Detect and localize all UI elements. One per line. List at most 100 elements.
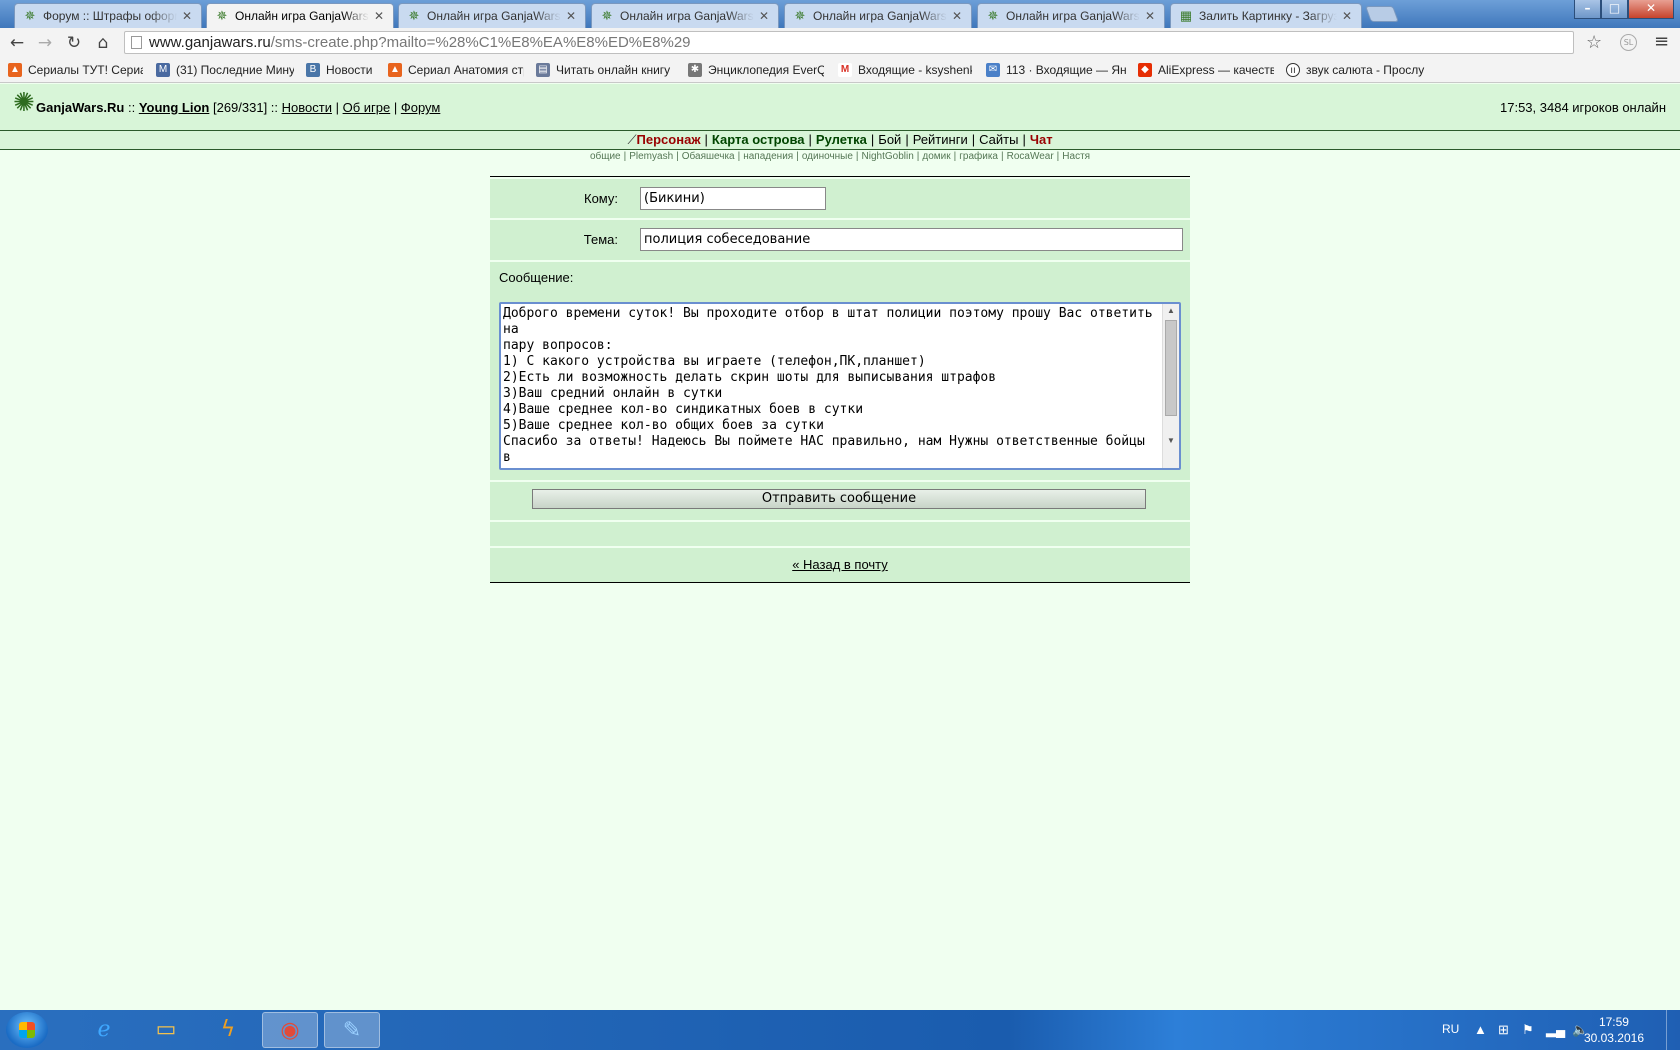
subnav-item[interactable]: одиночные xyxy=(802,151,853,162)
ganjawars-favicon-icon: ✵ xyxy=(24,8,36,23)
subnav-item[interactable]: Обаяшечка xyxy=(682,151,735,162)
chrome-taskbar-icon[interactable]: ◉ xyxy=(262,1012,318,1048)
nav-character[interactable]: Персонаж xyxy=(637,132,701,147)
language-indicator[interactable]: RU xyxy=(1442,1022,1459,1036)
tab-ganjawars[interactable]: ✵ Онлайн игра GanjaWars.R ✕ xyxy=(784,3,972,28)
network-signal-icon[interactable]: ▂▄ xyxy=(1546,1022,1565,1038)
show-desktop-button[interactable] xyxy=(1666,1010,1680,1050)
tab-ganjawars-active[interactable]: ✵ Онлайн игра GanjaWars.R ✕ xyxy=(206,3,394,28)
windows-taskbar: ℯ ▭ ϟ ◉ ✎ RU ▲ ⊞ ⚑ ▂▄ 🔈 17:59 30.03.2016 xyxy=(0,1010,1680,1050)
maximize-icon[interactable]: □ xyxy=(1601,0,1628,19)
message-label: Сообщение: xyxy=(499,270,574,285)
bookmarks-bar: ▲ Сериалы ТУТ! Сериал M (31) Последние Мин… xyxy=(0,57,1680,83)
subject-input[interactable] xyxy=(640,228,1183,251)
close-tab-icon[interactable]: ✕ xyxy=(181,9,193,23)
bookmark-item[interactable]: ▤ Читать онлайн книгу xyxy=(536,61,672,79)
book-icon: ▤ xyxy=(536,63,550,77)
gmail-icon: M xyxy=(838,63,852,77)
scroll-down-arrow-icon[interactable]: ▼ xyxy=(1163,434,1179,448)
gear-icon: ✱ xyxy=(688,63,702,77)
chrome-menu-icon[interactable]: ≡ xyxy=(1654,31,1669,52)
bookmark-item[interactable]: ▲ Сериалы ТУТ! Сериал xyxy=(8,61,143,79)
message-textarea[interactable]: Доброго времени суток! Вы проходите отбо… xyxy=(503,306,1159,466)
file-explorer-icon[interactable]: ▭ xyxy=(138,1012,194,1048)
windows-logo-icon xyxy=(19,1022,35,1038)
back-to-mail-link[interactable]: « Назад в почту xyxy=(792,557,888,572)
minimize-icon[interactable]: – xyxy=(1574,0,1601,19)
bookmark-star-icon[interactable]: ☆ xyxy=(1586,32,1602,53)
subnav-item[interactable]: Настя xyxy=(1062,151,1090,162)
flame-icon: ▲ xyxy=(8,63,22,77)
address-bar[interactable]: www.ganjawars.ru/sms-create.php?mailto=%… xyxy=(124,31,1574,54)
close-tab-icon[interactable]: ✕ xyxy=(1341,9,1353,23)
bookmark-item[interactable]: M Входящие - ksyshenk xyxy=(838,61,972,79)
extension-icon[interactable]: SL xyxy=(1620,34,1637,51)
bookmark-item[interactable]: ✱ Энциклопедия EverQ xyxy=(688,61,824,79)
send-message-button[interactable]: Отправить сообщение xyxy=(532,489,1146,509)
nav-battle[interactable]: Бой xyxy=(878,132,901,147)
textarea-scrollbar[interactable]: ▲ ▼ xyxy=(1162,304,1179,468)
subnav-item[interactable]: графика xyxy=(959,151,998,162)
tab-title: Онлайн игра GanjaWars.R xyxy=(1006,9,1140,23)
close-tab-icon[interactable]: ✕ xyxy=(565,9,577,23)
nav-sites[interactable]: Сайты xyxy=(979,132,1018,147)
close-tab-icon[interactable]: ✕ xyxy=(951,9,963,23)
clock-date: 30.03.2016 xyxy=(1583,1031,1644,1045)
subnav-item[interactable]: нападения xyxy=(743,151,793,162)
tab-title: Залить Картинку - Загрузить xyxy=(1199,9,1337,23)
nav-ratings[interactable]: Рейтинги xyxy=(913,132,968,147)
bookmark-item[interactable]: B Новости xyxy=(306,61,376,79)
ganjawars-favicon-icon: ✵ xyxy=(794,8,806,23)
close-tab-icon[interactable]: ✕ xyxy=(1144,9,1156,23)
reload-icon[interactable]: ↻ xyxy=(63,32,85,54)
new-tab-button[interactable] xyxy=(1365,6,1399,22)
nav-chat[interactable]: Чат xyxy=(1030,132,1053,147)
subnav-item[interactable]: домик xyxy=(922,151,950,162)
tab-title: Онлайн игра GanjaWars.R xyxy=(235,9,369,23)
scroll-up-arrow-icon[interactable]: ▲ xyxy=(1163,304,1179,318)
close-tab-icon[interactable]: ✕ xyxy=(758,9,770,23)
bookmark-item[interactable]: ✉ 113 · Входящие — Ян xyxy=(986,61,1126,79)
subnav-item[interactable]: NightGoblin xyxy=(862,151,914,162)
tab-ganjawars[interactable]: ✵ Онлайн игра GanjaWars.R ✕ xyxy=(977,3,1165,28)
recipient-row: Кому: xyxy=(490,179,1190,218)
recipient-input[interactable] xyxy=(640,187,826,210)
bookmark-item[interactable]: M (31) Последние Мину xyxy=(156,61,294,79)
user-level: [269/331] :: xyxy=(209,100,282,115)
close-window-icon[interactable]: ✕ xyxy=(1628,0,1674,19)
site-header: ✺ GanjaWars.Ru :: Young Lion [269/331] :… xyxy=(0,84,1680,130)
windows-flag-tray-icon[interactable]: ⊞ xyxy=(1498,1022,1509,1038)
bookmark-item[interactable]: ıı звук салюта - Прослу xyxy=(1286,61,1426,79)
back-arrow-icon[interactable]: ← xyxy=(6,32,28,54)
user-profile-link[interactable]: Young Lion xyxy=(139,100,210,115)
tab-forum[interactable]: ✵ Форум :: Штрафы оформ ✕ xyxy=(14,3,202,28)
bookmark-item[interactable]: ▲ Сериал Анатомия стр xyxy=(388,61,524,79)
subnav-item[interactable]: общие xyxy=(590,151,621,162)
home-icon[interactable]: ⌂ xyxy=(92,32,114,54)
subnav-item[interactable]: Plemyash xyxy=(629,151,673,162)
close-tab-icon[interactable]: ✕ xyxy=(373,9,385,23)
forum-link[interactable]: Форум xyxy=(401,100,441,115)
tab-upload-image[interactable]: ▦ Залить Картинку - Загрузить ✕ xyxy=(1170,3,1362,28)
scrollbar-thumb[interactable] xyxy=(1165,320,1177,416)
system-clock[interactable]: 17:59 30.03.2016 xyxy=(1584,1014,1644,1046)
news-link[interactable]: Новости xyxy=(282,100,332,115)
paint-taskbar-icon[interactable]: ✎ xyxy=(324,1012,380,1048)
mail-icon: ✉ xyxy=(986,63,1000,77)
nav-island-map[interactable]: Карта острова xyxy=(712,132,805,147)
sub-navigation: общие | Plemyash | Обаяшечка | нападения | одино… xyxy=(589,151,1091,162)
action-center-flag-icon[interactable]: ⚑ xyxy=(1522,1022,1534,1038)
tab-ganjawars[interactable]: ✵ Онлайн игра GanjaWars.R ✕ xyxy=(591,3,779,28)
cannabis-leaf-logo-icon: ✺ xyxy=(13,88,35,118)
tray-expand-icon[interactable]: ▲ xyxy=(1474,1022,1487,1037)
forward-arrow-icon[interactable]: → xyxy=(34,32,56,54)
winamp-icon[interactable]: ϟ xyxy=(200,1012,256,1048)
subnav-item[interactable]: RocaWear xyxy=(1007,151,1054,162)
about-game-link[interactable]: Об игре xyxy=(343,100,391,115)
nav-roulette[interactable]: Рулетка xyxy=(816,132,867,147)
ganjawars-favicon-icon: ✵ xyxy=(408,8,420,23)
tab-ganjawars[interactable]: ✵ Онлайн игра GanjaWars.R ✕ xyxy=(398,3,586,28)
start-button[interactable] xyxy=(6,1012,48,1048)
bookmark-item[interactable]: ◆ AliExpress — качестве xyxy=(1138,61,1274,79)
internet-explorer-icon[interactable]: ℯ xyxy=(76,1012,132,1048)
